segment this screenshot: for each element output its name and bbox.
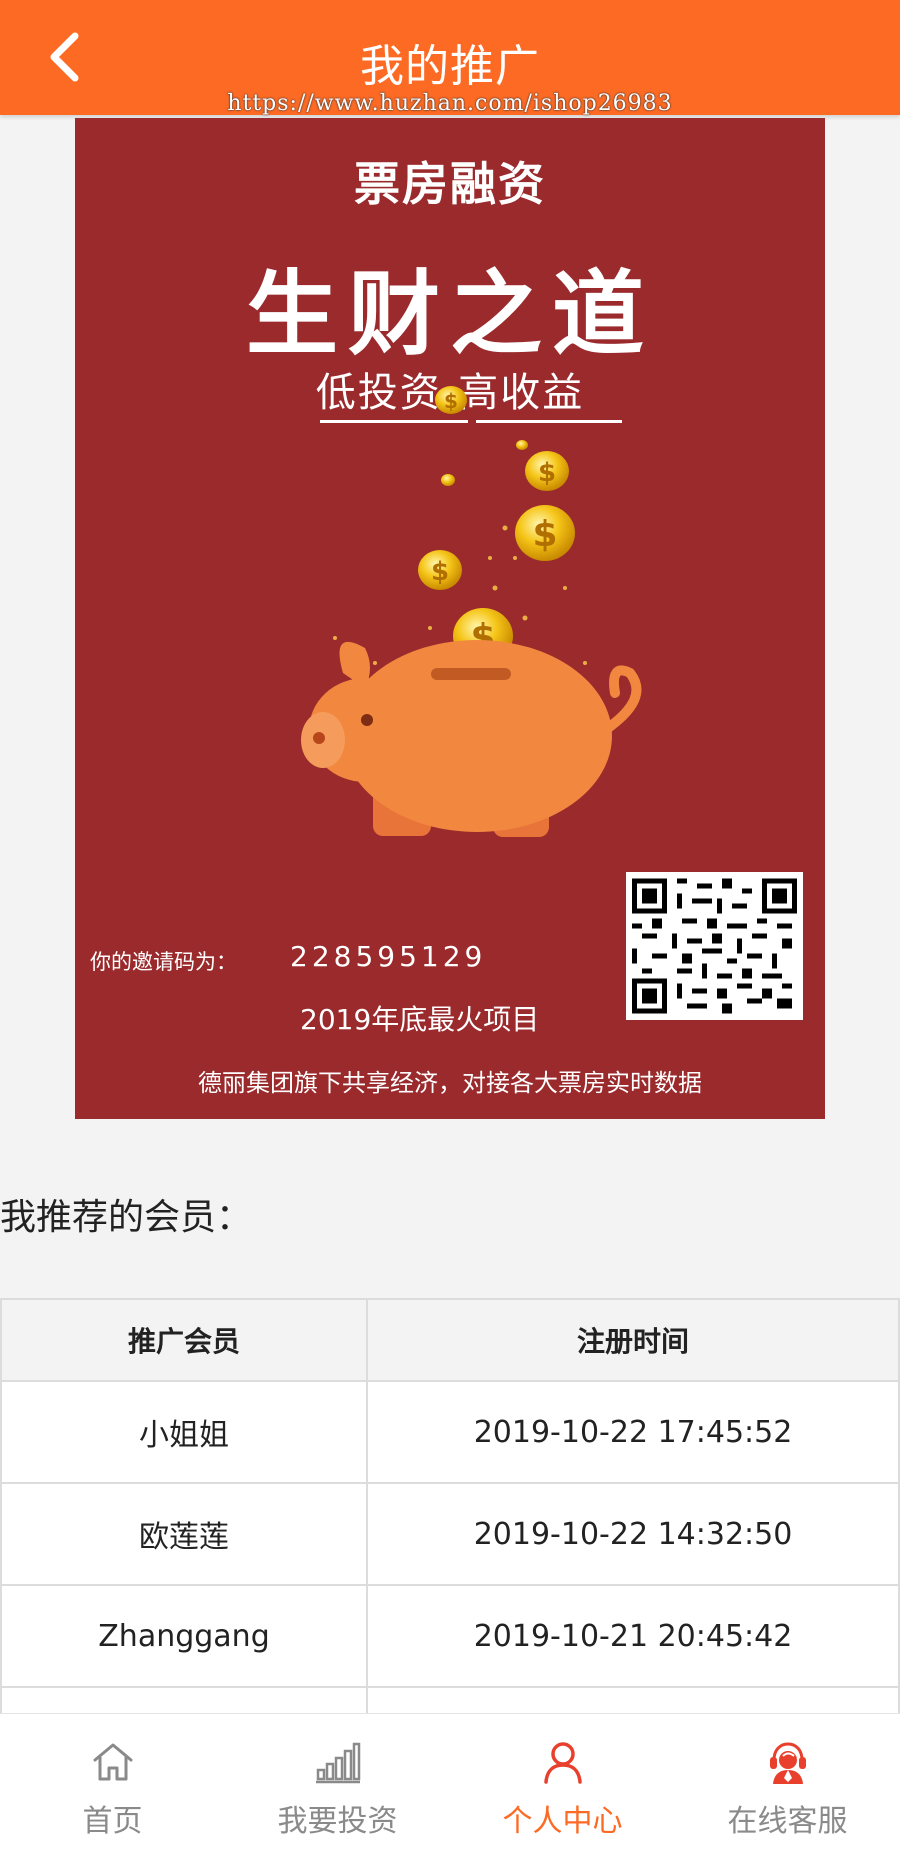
tab-label: 我要投资 <box>277 1804 398 1839</box>
register-time: 2019-10-22 14:32:50 <box>366 1482 900 1586</box>
piggy-bank-icon <box>301 640 642 837</box>
member-name: 欧莲莲 <box>0 1482 368 1586</box>
register-time: 2019-10-22 17:45:52 <box>366 1380 900 1484</box>
user-icon <box>543 1742 582 1784</box>
top-bar: 我的推广 https://www.huzhan.com/ishop26983 <box>0 0 900 116</box>
piggy-bank-illustration: $ $ $ $ $ <box>301 386 642 837</box>
invite-code: 228595129 <box>290 940 487 973</box>
watermark-text: https://www.huzhan.com/ishop26983 <box>227 91 673 116</box>
column-header: 注册时间 <box>366 1298 900 1382</box>
invite-code-label: 你的邀请码为： <box>90 950 237 974</box>
svg-text:$: $ <box>532 514 557 555</box>
poster-description: 德丽集团旗下共享经济，对接各大票房实时数据 <box>198 1069 702 1097</box>
qr-code-icon <box>632 878 797 1014</box>
qr-code <box>626 872 803 1020</box>
table-row: 欧莲莲 2019-10-22 14:32:50 <box>0 1482 900 1586</box>
tab-personal-center[interactable]: 个人中心 <box>450 1714 675 1850</box>
home-icon <box>93 1743 132 1781</box>
tab-label: 个人中心 <box>502 1804 623 1839</box>
bottom-tab-bar: 首页 我要投资 个人中心 在线客服 <box>0 1713 900 1850</box>
bar-chart-icon <box>315 1742 360 1784</box>
table-header-row: 推广会员 注册时间 <box>0 1298 900 1382</box>
tab-customer-service[interactable]: 在线客服 <box>675 1714 900 1850</box>
tab-invest[interactable]: 我要投资 <box>225 1714 450 1850</box>
svg-text:$: $ <box>444 389 458 413</box>
tab-label: 在线客服 <box>727 1804 848 1839</box>
section-title: 我推荐的会员： <box>0 1197 253 1238</box>
page-title: 我的推广 <box>360 41 540 92</box>
table-row: Zhanggang 2019-10-21 20:45:42 <box>0 1584 900 1688</box>
promotion-poster: 票房融资 生财之道 低投资-高收益 <box>75 118 825 1119</box>
table-row: 小姐姐 2019-10-22 17:45:52 <box>0 1380 900 1484</box>
svg-text:$: $ <box>431 557 449 587</box>
member-name: 小姐姐 <box>0 1380 368 1484</box>
customer-service-icon <box>769 1742 806 1784</box>
tab-home[interactable]: 首页 <box>0 1714 225 1850</box>
page: 我的推广 https://www.huzhan.com/ishop26983 票… <box>0 0 900 1850</box>
column-header: 推广会员 <box>0 1298 368 1382</box>
svg-text:$: $ <box>538 458 556 488</box>
member-name: Zhanggang <box>0 1584 368 1688</box>
coin-icon: $ <box>435 386 467 414</box>
tab-label: 首页 <box>82 1804 143 1839</box>
poster-hot-text: 2019年底最火项目 <box>300 1003 540 1036</box>
register-time: 2019-10-21 20:45:42 <box>366 1584 900 1688</box>
